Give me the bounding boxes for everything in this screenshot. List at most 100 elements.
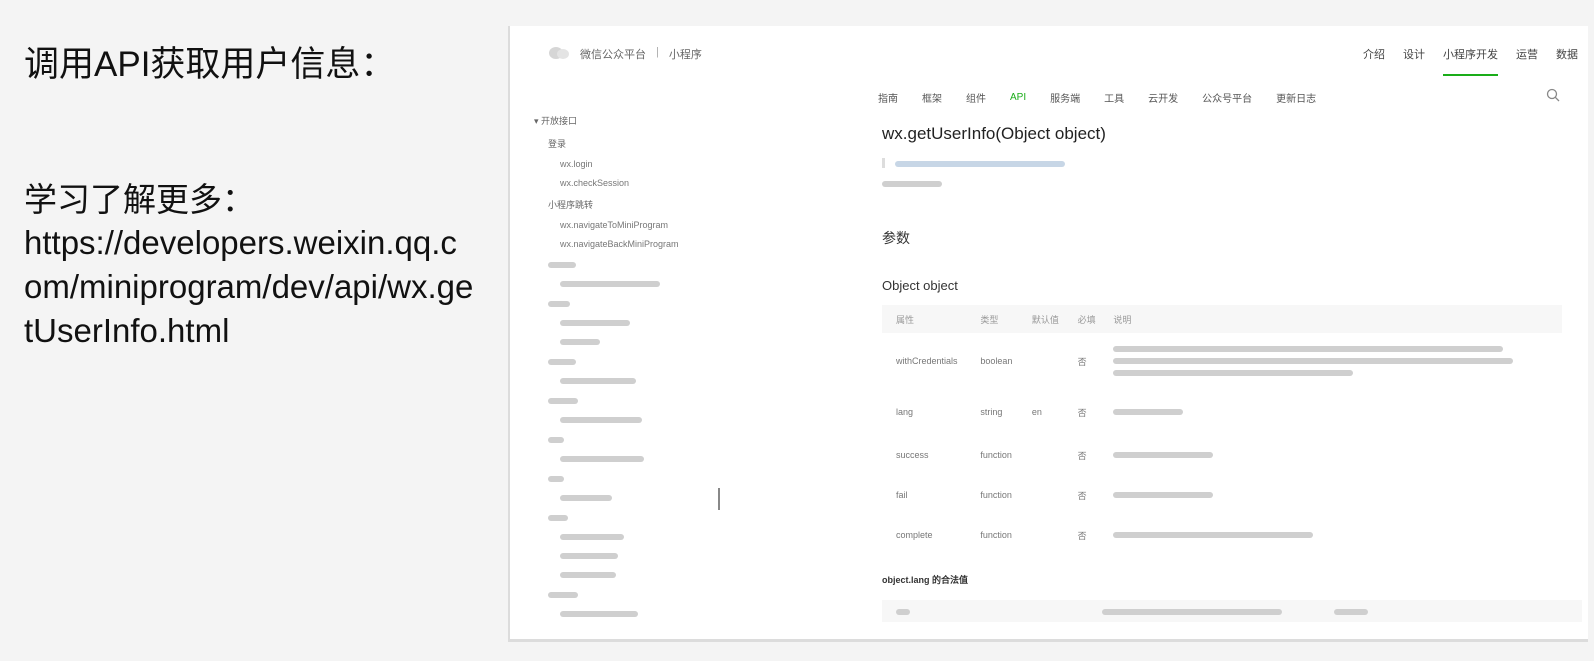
docs-url[interactable]: https://developers.weixin.qq.com/minipro… xyxy=(24,221,474,353)
subnav-guide[interactable]: 指南 xyxy=(878,90,898,105)
brand-name: 微信公众平台 xyxy=(580,49,646,61)
param-default: en xyxy=(1031,407,1042,417)
sidebar-item-navigate-back[interactable]: wx.navigateBackMiniProgram xyxy=(534,239,734,249)
sidebar-item-blurred[interactable] xyxy=(534,336,734,346)
param-required: 否 xyxy=(1077,490,1087,501)
col-header: 必填 xyxy=(1063,305,1100,333)
sidebar-item-blurred[interactable] xyxy=(534,375,734,385)
param-default xyxy=(1018,333,1064,389)
param-required: 否 xyxy=(1077,530,1087,541)
sidebar-item-blurred[interactable] xyxy=(534,550,734,560)
docs-screenshot: 微信公众平台 | 小程序 介绍 设计 小程序开发 运营 数据 指南 框架 组件 … xyxy=(508,26,1588,642)
api-description xyxy=(882,178,1582,188)
sidebar-item-check-session[interactable]: wx.checkSession xyxy=(534,178,734,188)
topnav-ops[interactable]: 运营 xyxy=(1516,46,1538,76)
topnav-intro[interactable]: 介绍 xyxy=(1363,46,1385,76)
table-row: withCredentials boolean 否 xyxy=(882,333,1562,389)
sidebar-item-navigate-to[interactable]: wx.navigateToMiniProgram xyxy=(534,220,734,230)
docs-sidebar: ▾ 开放接口 登录 wx.login wx.checkSession 小程序跳转… xyxy=(534,114,734,618)
param-required: 否 xyxy=(1077,407,1087,418)
sidebar-group-blurred[interactable] xyxy=(534,512,734,522)
lang-values-heading: object.lang 的合法值 xyxy=(882,575,969,585)
foot-cell xyxy=(1102,606,1334,616)
lang-values-header-row xyxy=(882,600,1582,622)
topnav-design[interactable]: 设计 xyxy=(1403,46,1425,76)
param-type: boolean xyxy=(980,356,1013,366)
subnav-framework[interactable]: 框架 xyxy=(922,90,942,105)
param-type: function xyxy=(980,490,1012,500)
params-table: 属性 类型 默认值 必填 说明 withCredentials boolean … xyxy=(882,305,1562,555)
sidebar-group-blurred[interactable] xyxy=(534,298,734,308)
param-required: 否 xyxy=(1077,356,1087,367)
param-required: 否 xyxy=(1077,450,1087,461)
sidebar-group-blurred[interactable] xyxy=(534,395,734,405)
sidebar-group-blurred[interactable] xyxy=(534,589,734,599)
brand-section: 小程序 xyxy=(668,49,702,61)
param-type: string xyxy=(980,407,1003,417)
param-name: success xyxy=(896,450,929,460)
param-desc xyxy=(1099,515,1562,555)
sidebar-scrollbar[interactable] xyxy=(718,488,720,510)
col-header: 属性 xyxy=(882,305,967,333)
sidebar-item-blurred[interactable] xyxy=(534,531,734,541)
topnav-data[interactable]: 数据 xyxy=(1556,46,1578,76)
sidebar-item-blurred[interactable] xyxy=(534,492,734,502)
subnav-components[interactable]: 组件 xyxy=(966,90,986,105)
foot-cell xyxy=(1334,606,1368,616)
table-row: lang string en 否 xyxy=(882,389,1562,435)
brand-separator: | xyxy=(656,46,659,58)
sidebar-item-blurred[interactable] xyxy=(534,569,734,579)
param-desc xyxy=(1099,333,1562,389)
sidebar-group-blurred[interactable] xyxy=(534,473,734,483)
sidebar-item-blurred[interactable] xyxy=(534,414,734,424)
param-name: fail xyxy=(896,490,908,500)
sidebar-group-navigate[interactable]: 小程序跳转 xyxy=(534,198,734,211)
param-default xyxy=(1018,435,1064,475)
sidebar-item-blurred[interactable] xyxy=(534,608,734,618)
docs-topbar: 微信公众平台 | 小程序 介绍 设计 小程序开发 运营 数据 xyxy=(510,26,1588,84)
sidebar-group-login[interactable]: 登录 xyxy=(534,137,734,150)
param-desc xyxy=(1099,475,1562,515)
param-type: function xyxy=(980,530,1012,540)
brand[interactable]: 微信公众平台 | 小程序 xyxy=(580,46,702,62)
sidebar-item-wx-login[interactable]: wx.login xyxy=(534,159,734,169)
table-header-row: 属性 类型 默认值 必填 说明 xyxy=(882,305,1562,333)
sidebar-group-blurred[interactable] xyxy=(534,434,734,444)
param-name: withCredentials xyxy=(896,356,958,366)
sub-nav: 指南 框架 组件 API 服务端 工具 云开发 公众号平台 更新日志 xyxy=(878,82,1588,112)
param-default xyxy=(1018,475,1064,515)
top-nav: 介绍 设计 小程序开发 运营 数据 xyxy=(1363,46,1578,76)
params-heading: 参数 xyxy=(882,230,910,246)
param-desc xyxy=(1099,435,1562,475)
search-icon[interactable] xyxy=(1546,88,1560,102)
param-name: lang xyxy=(896,407,914,417)
subnav-platform[interactable]: 公众号平台 xyxy=(1202,90,1252,105)
subnav-changelog[interactable]: 更新日志 xyxy=(1276,90,1316,105)
wechat-logo-icon xyxy=(549,47,569,59)
note-block xyxy=(882,158,1582,168)
sidebar-item-blurred[interactable] xyxy=(534,317,734,327)
api-title: wx.getUserInfo(Object object) xyxy=(882,124,1106,143)
subnav-cloud[interactable]: 云开发 xyxy=(1148,90,1178,105)
sidebar-root[interactable]: ▾ 开放接口 xyxy=(534,114,734,127)
sidebar-group-blurred[interactable] xyxy=(534,356,734,366)
object-heading: Object object xyxy=(882,278,958,293)
slide-text: 调用API获取用户信息： 学习了解更多： https://developers.… xyxy=(24,44,484,353)
sidebar-item-blurred[interactable] xyxy=(534,278,734,288)
sidebar-group-blurred[interactable] xyxy=(534,259,734,269)
param-type: function xyxy=(980,450,1012,460)
col-header: 默认值 xyxy=(1017,305,1064,333)
sidebar-item-blurred[interactable] xyxy=(534,453,734,463)
col-header: 类型 xyxy=(966,305,1018,333)
col-header: 说明 xyxy=(1099,305,1562,333)
table-row: success function 否 xyxy=(882,435,1562,475)
param-name: complete xyxy=(896,530,933,540)
subnav-api[interactable]: API xyxy=(1010,92,1026,103)
learn-more-label: 学习了解更多： xyxy=(24,181,255,218)
foot-cell xyxy=(882,606,1102,616)
topnav-dev[interactable]: 小程序开发 xyxy=(1443,46,1498,76)
subnav-server[interactable]: 服务端 xyxy=(1050,90,1080,105)
table-row: complete function 否 xyxy=(882,515,1562,555)
docs-content: wx.getUserInfo(Object object) 参数 Object … xyxy=(882,124,1582,622)
subnav-tools[interactable]: 工具 xyxy=(1104,90,1124,105)
